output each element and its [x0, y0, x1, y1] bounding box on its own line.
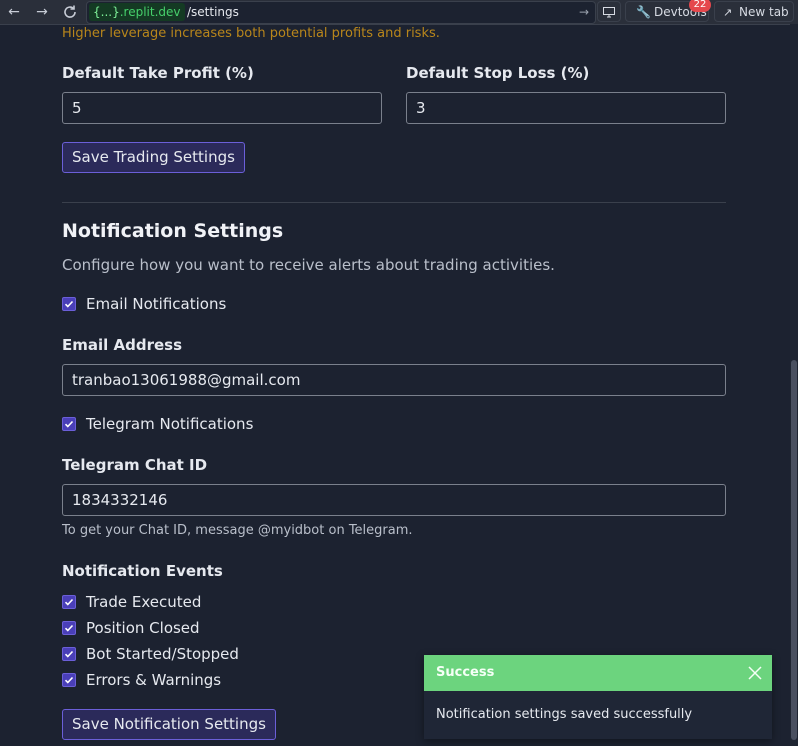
event-label: Errors & Warnings	[86, 671, 222, 689]
email-address-label: Email Address	[62, 336, 183, 354]
screen-icon[interactable]	[597, 1, 621, 22]
domain-chip: {...}.replit.dev	[89, 3, 185, 21]
notification-events-label: Notification Events	[62, 562, 223, 580]
url-path: /settings	[187, 5, 239, 19]
close-icon[interactable]	[746, 664, 764, 682]
reload-icon[interactable]	[60, 2, 80, 22]
toast-title: Success	[436, 665, 495, 680]
section-divider	[62, 202, 726, 203]
devtools-badge: 22	[689, 0, 711, 12]
save-trading-settings-button[interactable]: Save Trading Settings	[62, 142, 245, 173]
back-arrow-icon[interactable]: ←	[4, 2, 24, 22]
telegram-chat-id-label: Telegram Chat ID	[62, 456, 208, 474]
checkbox-checked-icon[interactable]	[62, 673, 76, 687]
leverage-hint: Higher leverage increases both potential…	[62, 26, 440, 41]
email-notifications-label: Email Notifications	[86, 295, 227, 313]
event-label: Bot Started/Stopped	[86, 645, 239, 663]
go-arrow-icon[interactable]: →	[579, 3, 589, 21]
checkbox-checked-icon[interactable]	[62, 297, 76, 311]
toast-message: Notification settings saved successfully	[436, 707, 693, 722]
event-label: Position Closed	[86, 619, 200, 637]
browser-toolbar: ← → {...}.replit.dev /settings → 🔧 Devto…	[0, 0, 798, 25]
telegram-hint: To get your Chat ID, message @myidbot on…	[62, 523, 413, 538]
toast-header: Success	[424, 655, 772, 691]
telegram-chat-id-input[interactable]: 1834332146	[62, 484, 726, 516]
new-tab-button[interactable]: ↗ New tab	[714, 1, 794, 22]
url-bar[interactable]: {...}.replit.dev /settings →	[86, 1, 596, 24]
event-label: Trade Executed	[86, 593, 202, 611]
email-address-input[interactable]: tranbao13061988@gmail.com	[62, 364, 726, 396]
wrench-icon: 🔧	[636, 5, 651, 19]
forward-arrow-icon[interactable]: →	[32, 2, 52, 22]
stop-loss-input[interactable]: 3	[406, 92, 726, 124]
checkbox-checked-icon[interactable]	[62, 621, 76, 635]
scrollbar-thumb[interactable]	[791, 360, 797, 740]
stop-loss-label: Default Stop Loss (%)	[406, 64, 590, 82]
external-link-icon: ↗	[723, 6, 733, 19]
checkbox-checked-icon[interactable]	[62, 647, 76, 661]
take-profit-label: Default Take Profit (%)	[62, 64, 254, 82]
save-notification-settings-button[interactable]: Save Notification Settings	[62, 709, 276, 740]
notification-settings-description: Configure how you want to receive alerts…	[62, 256, 555, 274]
take-profit-input[interactable]: 5	[62, 92, 382, 124]
checkbox-checked-icon[interactable]	[62, 595, 76, 609]
notification-settings-title: Notification Settings	[62, 220, 284, 242]
success-toast: Success Notification settings saved succ…	[424, 655, 772, 739]
telegram-notifications-label: Telegram Notifications	[86, 415, 254, 433]
new-tab-label: New tab	[739, 5, 789, 19]
checkbox-checked-icon[interactable]	[62, 417, 76, 431]
